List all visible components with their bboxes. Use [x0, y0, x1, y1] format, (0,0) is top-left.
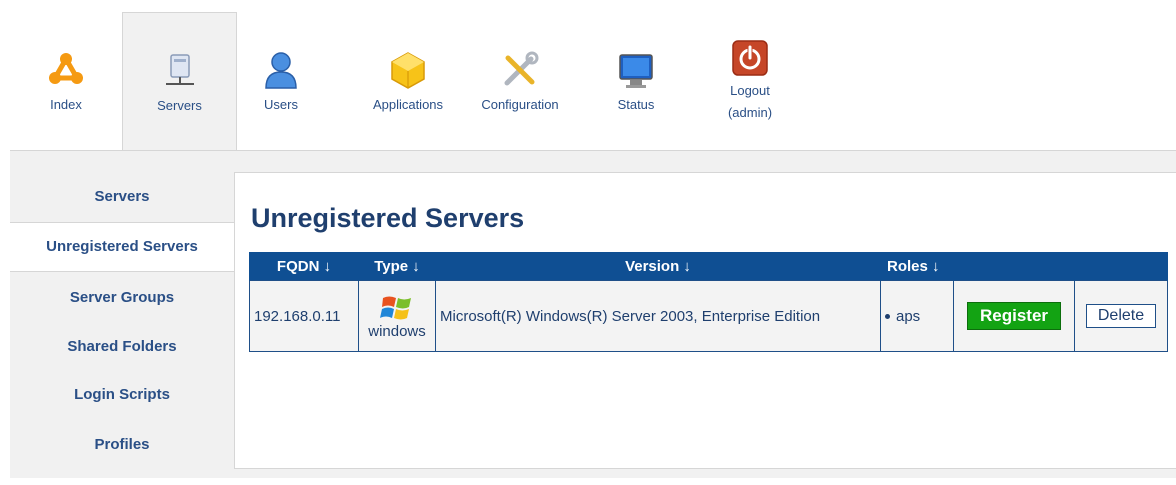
- nav-logout[interactable]: Logout (admin): [710, 12, 790, 150]
- sidebar-item-server-groups[interactable]: Server Groups: [10, 274, 234, 322]
- nav-logout-label: Logout: [730, 83, 770, 98]
- power-icon: [732, 40, 768, 76]
- cell-roles: aps: [880, 280, 954, 352]
- table-header-row: FQDN ↓ Type ↓ Version ↓ Roles ↓: [249, 252, 1168, 281]
- sidebar-item-login-scripts[interactable]: Login Scripts: [10, 371, 234, 419]
- nav-index[interactable]: Index: [10, 12, 122, 150]
- sidebar-item-label: Unregistered Servers: [46, 238, 198, 255]
- sidebar-item-label: Servers: [94, 188, 150, 205]
- applications-icon: [391, 52, 425, 89]
- page-title: Unregistered Servers: [251, 203, 525, 233]
- cell-type: windows: [358, 280, 436, 352]
- register-button[interactable]: Register: [966, 302, 1062, 330]
- nav-configuration-label: Configuration: [481, 97, 559, 112]
- nav-status[interactable]: Status: [600, 12, 672, 150]
- users-icon: [265, 52, 297, 89]
- sidebar-item-label: Server Groups: [69, 289, 175, 306]
- index-icon: [49, 53, 83, 84]
- column-action-register: [953, 252, 1075, 281]
- windows-logo-icon: [380, 296, 411, 320]
- sidebar-item-unregistered-servers[interactable]: Unregistered Servers: [10, 222, 234, 272]
- nav-applications-label: Applications: [372, 97, 444, 112]
- sidebar-item-profiles[interactable]: Profiles: [10, 421, 234, 469]
- nav-servers[interactable]: Servers: [122, 12, 237, 153]
- top-navigation: Index Servers Users Applications Configu…: [10, 12, 1176, 153]
- tools-icon: [504, 51, 539, 86]
- bullet-icon: [885, 314, 890, 320]
- column-version[interactable]: Version ↓: [435, 252, 881, 281]
- nav-users[interactable]: Users: [242, 12, 320, 150]
- column-action-delete: [1074, 252, 1168, 281]
- nav-logout-user: (admin): [727, 105, 773, 120]
- main-panel: Unregistered Servers FQDN ↓ Type ↓ Versi…: [234, 172, 1176, 469]
- cell-type-label: windows: [368, 323, 426, 340]
- sidebar-item-shared-folders[interactable]: Shared Folders: [10, 323, 234, 371]
- nav-index-label: Index: [50, 97, 82, 112]
- nav-users-label: Users: [264, 97, 298, 112]
- nav-configuration[interactable]: Configuration: [470, 12, 570, 150]
- column-fqdn[interactable]: FQDN ↓: [249, 252, 359, 281]
- sidebar-item-label: Profiles: [94, 436, 150, 453]
- column-type[interactable]: Type ↓: [358, 252, 436, 281]
- servers-table: FQDN ↓ Type ↓ Version ↓ Roles ↓ 192.168.…: [249, 252, 1168, 352]
- column-roles[interactable]: Roles ↓: [880, 252, 954, 281]
- server-icon: [165, 54, 194, 85]
- cell-delete: Delete: [1074, 280, 1168, 352]
- nav-status-label: Status: [617, 97, 655, 112]
- cell-register: Register: [953, 280, 1075, 352]
- cell-fqdn: 192.168.0.11: [249, 280, 359, 352]
- delete-button[interactable]: Delete: [1085, 304, 1157, 328]
- table-row: 192.168.0.11 windows Microsoft(R) Window…: [249, 280, 1168, 352]
- nav-applications[interactable]: Applications: [362, 12, 454, 150]
- role-label: aps: [896, 307, 921, 325]
- monitor-icon: [619, 54, 653, 88]
- sidebar-item-label: Shared Folders: [67, 338, 177, 355]
- sidebar-item-servers[interactable]: Servers: [10, 173, 234, 221]
- sidebar-item-label: Login Scripts: [74, 386, 170, 403]
- nav-servers-label: Servers: [157, 98, 202, 113]
- cell-version: Microsoft(R) Windows(R) Server 2003, Ent…: [435, 280, 881, 352]
